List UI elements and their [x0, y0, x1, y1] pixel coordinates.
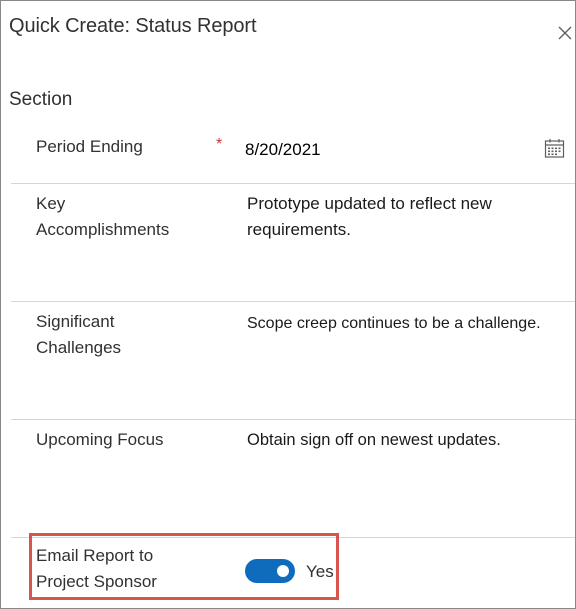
significant-challenges-label-line1: Significant: [36, 312, 115, 331]
significant-challenges-input[interactable]: Scope creep continues to be a challenge.: [247, 311, 567, 337]
key-accomplishments-label: Key Accomplishments: [36, 191, 226, 243]
key-accomplishments-label-line1: Key: [36, 194, 66, 213]
key-accomplishments-value-line2: requirements.: [247, 220, 351, 239]
section-title: Section: [9, 89, 73, 110]
upcoming-focus-label: Upcoming Focus: [36, 430, 164, 449]
calendar-button[interactable]: [544, 138, 565, 159]
field-divider: [11, 301, 575, 302]
highlight-annotation-box: [29, 533, 339, 600]
significant-challenges-label: Significant Challenges: [36, 309, 226, 361]
field-divider: [11, 419, 575, 420]
close-button[interactable]: [557, 25, 573, 41]
period-ending-input[interactable]: 8/20/2021: [245, 138, 321, 162]
quick-create-panel: Quick Create: Status Report Section Peri…: [0, 0, 576, 609]
period-ending-label: Period Ending: [36, 137, 143, 156]
upcoming-focus-input[interactable]: Obtain sign off on newest updates.: [247, 427, 567, 453]
calendar-icon[interactable]: [544, 138, 565, 159]
key-accomplishments-value-line1: Prototype updated to reflect new: [247, 194, 492, 213]
panel-title: Quick Create: Status Report: [9, 15, 257, 37]
field-divider: [11, 183, 575, 184]
close-icon[interactable]: [557, 25, 573, 41]
key-accomplishments-label-line2: Accomplishments: [36, 220, 170, 239]
key-accomplishments-input[interactable]: Prototype updated to reflect new require…: [247, 191, 567, 243]
required-marker: *: [216, 136, 223, 153]
significant-challenges-label-line2: Challenges: [36, 338, 122, 357]
